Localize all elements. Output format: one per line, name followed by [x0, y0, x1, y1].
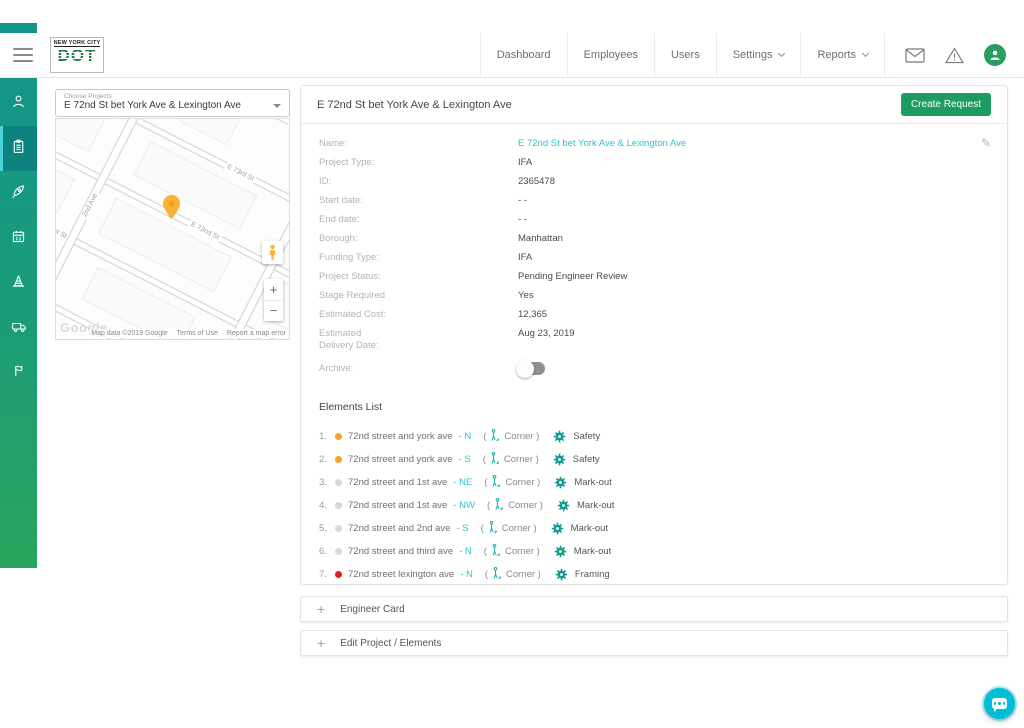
element-row-1[interactable]: 1. 72nd street and york ave - N ( Corner… — [319, 428, 989, 445]
project-select[interactable]: Choose Projects E 72nd St bet York Ave &… — [55, 89, 290, 117]
archive-toggle[interactable] — [516, 359, 545, 378]
pedestrian-corner-icon — [492, 566, 502, 583]
person-pin-icon — [10, 93, 27, 115]
flag-icon — [11, 363, 27, 384]
status-dot — [335, 571, 342, 578]
page: NEW YORK CITY DOT Dashboard Employees Us… — [0, 0, 1024, 728]
field-estimated-cost: Estimated Cost: 12,365 — [319, 309, 548, 320]
field-estimated-delivery-date: Estimated Delivery Date: Aug 23, 2019 — [319, 328, 575, 351]
pedestrian-corner-icon — [494, 497, 504, 514]
field-project-type: Project Type: IFA — [319, 157, 533, 168]
mail-icon[interactable] — [905, 47, 925, 63]
sidebar-item-projects[interactable] — [0, 126, 37, 171]
project-select-label: Choose Projects — [64, 93, 112, 100]
project-title: E 72nd St bet York Ave & Lexington Ave — [317, 98, 512, 111]
pedestrian-corner-icon — [491, 543, 501, 560]
zoom-out-button[interactable]: − — [264, 301, 283, 322]
clipboard-icon — [10, 138, 27, 160]
report-map-error-link[interactable]: Report a map error — [227, 330, 286, 337]
map-marker-pin[interactable] — [163, 195, 180, 224]
sidebar-item-traffic-cone[interactable] — [0, 261, 37, 306]
status-dot — [335, 548, 342, 555]
project-name-link[interactable]: E 72nd St bet York Ave & Lexington Ave — [518, 138, 686, 150]
nyc-dot-logo[interactable]: NEW YORK CITY DOT — [50, 37, 104, 73]
chat-bubble-icon — [992, 698, 1007, 712]
field-stage-required: Stage Required Yes — [319, 290, 534, 301]
chat-bubble-button[interactable] — [984, 688, 1015, 719]
element-row-6[interactable]: 6. 72nd street and third ave - N ( Corne… — [319, 543, 989, 560]
traffic-cone-icon — [10, 273, 27, 295]
avatar-icon[interactable] — [984, 44, 1006, 66]
element-row-3[interactable]: 3. 72nd street and 1st ave - NE ( Corner… — [319, 474, 989, 491]
sidebar-item-person-pin[interactable] — [0, 81, 37, 126]
field-project-status: Project Status: Pending Engineer Review — [319, 271, 628, 282]
field-id: ID: 2365478 — [319, 176, 555, 187]
truck-icon — [10, 318, 28, 340]
elements-list-title: Elements List — [319, 401, 383, 413]
map-zoom-control: + − — [264, 279, 283, 321]
field-borough: Borough: Manhattan — [319, 233, 563, 244]
sidebar-item-flag[interactable] — [0, 351, 37, 396]
status-dot — [335, 433, 342, 440]
project-detail-card: E 72nd St bet York Ave & Lexington Ave C… — [300, 85, 1008, 585]
field-name: Name: E 72nd St bet York Ave & Lexington… — [319, 138, 687, 150]
edit-pencil-icon[interactable]: ✎ — [981, 136, 991, 150]
nav-settings[interactable]: Settings — [715, 33, 801, 77]
gear-icon — [553, 453, 566, 466]
nav-reports[interactable]: Reports — [800, 33, 885, 77]
element-row-4[interactable]: 4. 72nd street and 1st ave - NW ( Corner… — [319, 497, 989, 514]
element-row-5[interactable]: 5. 72nd street and 2nd ave - S ( Corner … — [319, 520, 989, 537]
field-end-date: End date: - - — [319, 214, 527, 225]
map-canvas[interactable]: E 74th St E 73rd St E 72nd St E 71st St … — [55, 118, 290, 340]
pedestrian-corner-icon — [491, 474, 501, 491]
sidebar-item-rocket[interactable] — [0, 171, 37, 216]
sidebar-item-calendar[interactable] — [0, 216, 37, 261]
field-archive: Archive: — [319, 359, 989, 378]
rocket-icon — [10, 183, 27, 205]
caret-down-icon — [273, 103, 281, 108]
gear-icon — [551, 522, 564, 535]
gear-icon — [557, 499, 570, 512]
chevron-down-icon — [778, 49, 786, 58]
pedestrian-corner-icon — [488, 520, 498, 537]
top-header: NEW YORK CITY DOT Dashboard Employees Us… — [0, 33, 1024, 78]
pedestrian-corner-icon — [490, 451, 500, 468]
element-row-7[interactable]: 7. 72nd street lexington ave - N ( Corne… — [319, 566, 989, 583]
project-select-value: E 72nd St bet York Ave & Lexington Ave — [64, 100, 241, 111]
gear-icon — [555, 568, 568, 581]
gear-icon — [553, 430, 566, 443]
gear-icon — [554, 476, 567, 489]
create-request-button[interactable]: Create Request — [900, 93, 991, 116]
main-nav: Dashboard Employees Users Settings Repor… — [479, 33, 885, 77]
terms-of-use-link[interactable]: Terms of Use — [177, 330, 218, 337]
field-start-date: Start date: - - — [319, 195, 527, 206]
nav-users[interactable]: Users — [653, 33, 716, 77]
nav-dashboard[interactable]: Dashboard — [479, 33, 567, 77]
status-dot — [335, 479, 342, 486]
map-attribution: Map data ©2019 Google Terms of Use Repor… — [89, 329, 288, 338]
pedestrian-corner-icon — [490, 428, 500, 445]
plus-icon: + — [317, 601, 326, 617]
zoom-in-button[interactable]: + — [264, 279, 283, 301]
menu-toggle-icon[interactable] — [13, 48, 33, 62]
elements-list: 1. 72nd street and york ave - N ( Corner… — [319, 428, 989, 583]
nav-employees[interactable]: Employees — [566, 33, 654, 77]
status-dot — [335, 525, 342, 532]
map-data-text: Map data ©2019 Google — [91, 330, 168, 337]
pegman-control[interactable] — [262, 241, 283, 264]
sidebar-item-truck[interactable] — [0, 306, 37, 351]
status-dot — [335, 456, 342, 463]
calendar-icon — [10, 228, 27, 250]
accordion-edit-project-elements[interactable]: + Edit Project / Elements — [300, 630, 1008, 656]
accordion-engineer-card[interactable]: + Engineer Card — [300, 596, 1008, 622]
field-funding-type: Funding Type: IFA — [319, 252, 533, 263]
logo-text-dot: DOT — [57, 46, 97, 65]
element-row-2[interactable]: 2. 72nd street and york ave - S ( Corner… — [319, 451, 989, 468]
plus-icon: + — [317, 635, 326, 651]
left-sidebar — [0, 23, 37, 568]
status-dot — [335, 502, 342, 509]
chevron-down-icon — [861, 49, 870, 58]
alert-icon[interactable] — [945, 47, 964, 64]
gear-icon — [554, 545, 567, 558]
